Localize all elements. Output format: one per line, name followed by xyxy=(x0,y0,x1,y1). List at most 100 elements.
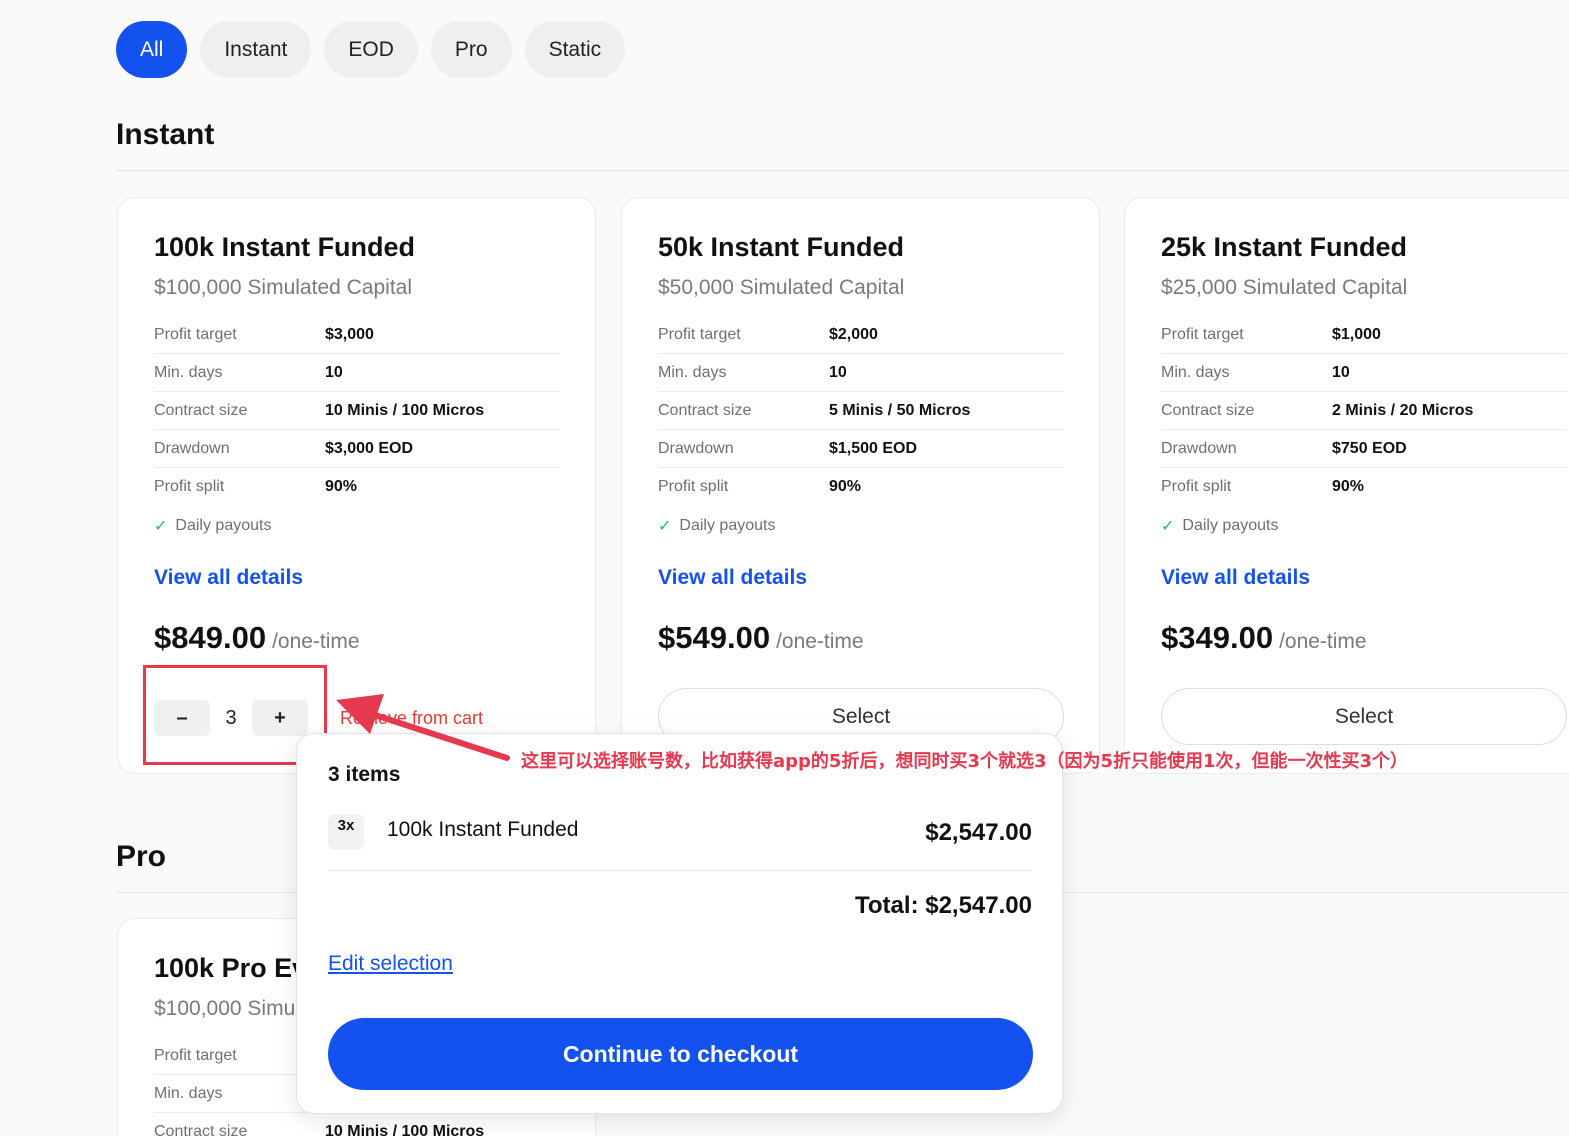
spec-row-profit-split: Profit split 90% xyxy=(658,468,1064,506)
cart-item-price: $2,547.00 xyxy=(925,819,1032,846)
plan-capital: $25,000 Simulated Capital xyxy=(1161,276,1408,299)
spec-row-contract-size: Contract size 5 Minis / 50 Micros xyxy=(658,392,1064,430)
view-details-link[interactable]: View all details xyxy=(154,566,303,590)
spec-row-min-days: Min. days 10 xyxy=(1161,354,1567,392)
plan-title: 100k Instant Funded xyxy=(154,232,416,262)
spec-label: Contract size xyxy=(154,1123,248,1136)
spec-row-profit-split: Profit split 90% xyxy=(1161,468,1567,506)
spec-label: Profit target xyxy=(1161,325,1244,343)
cart-item-name: 100k Instant Funded xyxy=(387,818,579,841)
spec-value: $1,000 xyxy=(1332,325,1381,343)
price-amount: $849.00 xyxy=(154,620,267,655)
spec-row-contract-size: Contract size 2 Minis / 20 Micros xyxy=(1161,392,1567,430)
page: All Instant EOD Pro Static Instant 100k … xyxy=(0,0,1569,1136)
spec-label: Profit split xyxy=(658,478,729,495)
cart-popover: 3 items 3x 100k Instant Funded $2,547.00… xyxy=(296,733,1063,1114)
spec-value: 90% xyxy=(829,478,862,495)
spec-value: $1,500 EOD xyxy=(829,439,918,457)
plan-title: 50k Instant Funded xyxy=(658,232,905,262)
spec-row-drawdown: Drawdown $750 EOD xyxy=(1161,430,1567,468)
feature-daily-payouts: ✓ Daily payouts xyxy=(658,516,775,536)
price-unit: /one-time xyxy=(1279,630,1367,653)
spec-row-min-days: Min. days 10 xyxy=(658,354,1064,392)
edit-selection-link[interactable]: Edit selection xyxy=(328,952,453,976)
feature-label: Daily payouts xyxy=(175,517,272,534)
filter-instant[interactable]: Instant xyxy=(200,21,312,78)
spec-label: Min. days xyxy=(1161,363,1230,381)
spec-label: Drawdown xyxy=(1161,439,1237,457)
check-icon: ✓ xyxy=(1161,518,1175,535)
feature-label: Daily payouts xyxy=(679,517,776,534)
price-unit: /one-time xyxy=(272,630,360,653)
feature-daily-payouts: ✓ Daily payouts xyxy=(154,516,271,536)
price: $549.00/one-time xyxy=(658,620,864,656)
feature-label: Daily payouts xyxy=(1182,517,1279,534)
filter-static[interactable]: Static xyxy=(524,21,626,78)
filter-all[interactable]: All xyxy=(116,21,188,78)
spec-value: 10 Minis / 100 Micros xyxy=(325,1123,485,1136)
spec-value: 90% xyxy=(1332,478,1365,495)
spec-value: 2 Minis / 20 Micros xyxy=(1332,401,1474,419)
annotation-note: 这里可以选择账号数，比如获得app的5折后，想同时买3个就选3（因为5折只能使用… xyxy=(521,751,1409,772)
plan-capital: $100,000 Simu xyxy=(154,997,296,1020)
plan-title: 100k Pro Ev xyxy=(154,953,308,983)
plan-card-25k-instant: 25k Instant Funded $25,000 Simulated Cap… xyxy=(1124,197,1569,774)
spec-value: $3,000 EOD xyxy=(325,439,414,457)
spec-row-min-days: Min. days 10 xyxy=(154,354,560,392)
section-divider xyxy=(116,170,1569,171)
spec-value: $2,000 xyxy=(829,325,878,343)
spec-row-contract-size: Contract size 10 Minis / 100 Micros xyxy=(154,1113,560,1136)
spec-value: 10 xyxy=(829,363,847,381)
spec-row-drawdown: Drawdown $3,000 EOD xyxy=(154,430,560,468)
spec-label: Contract size xyxy=(1161,401,1255,419)
cart-qty-badge: 3x xyxy=(328,814,364,850)
view-details-link[interactable]: View all details xyxy=(1161,566,1310,590)
spec-value: 10 Minis / 100 Micros xyxy=(325,401,485,419)
spec-value: $3,000 xyxy=(325,325,374,343)
filter-pro[interactable]: Pro xyxy=(430,21,512,78)
feature-daily-payouts: ✓ Daily payouts xyxy=(1161,516,1278,536)
spec-row-profit-target: Profit target $2,000 xyxy=(658,316,1064,354)
spec-value: $750 EOD xyxy=(1332,439,1407,457)
plan-title: 25k Instant Funded xyxy=(1161,232,1408,262)
check-icon: ✓ xyxy=(154,518,168,535)
price: $849.00/one-time xyxy=(154,620,360,656)
section-title-instant: Instant xyxy=(116,118,215,151)
remove-from-cart-link[interactable]: Remove from cart xyxy=(340,708,483,729)
spec-value: 10 xyxy=(325,363,343,381)
spec-label: Drawdown xyxy=(154,439,230,457)
spec-label: Contract size xyxy=(658,401,752,419)
plan-card-50k-instant: 50k Instant Funded $50,000 Simulated Cap… xyxy=(621,197,1100,774)
checkout-button[interactable]: Continue to checkout xyxy=(328,1018,1033,1090)
view-details-link[interactable]: View all details xyxy=(658,566,807,590)
select-button[interactable]: Select xyxy=(1161,688,1567,745)
filter-bar: All Instant EOD Pro Static xyxy=(116,21,626,78)
check-icon: ✓ xyxy=(658,518,672,535)
spec-table: Profit target $1,000 Min. days 10 Contra… xyxy=(1161,316,1567,506)
price-amount: $349.00 xyxy=(1161,620,1274,655)
spec-label: Min. days xyxy=(658,363,727,381)
spec-table: Profit target $3,000 Min. days 10 Contra… xyxy=(154,316,560,506)
spec-label: Profit split xyxy=(1161,478,1232,495)
spec-row-profit-target: Profit target $1,000 xyxy=(1161,316,1567,354)
spec-value: 90% xyxy=(325,478,358,495)
plan-capital: $50,000 Simulated Capital xyxy=(658,276,905,299)
spec-row-profit-split: Profit split 90% xyxy=(154,468,560,506)
spec-value: 5 Minis / 50 Micros xyxy=(829,401,971,419)
cart-item-count: 3 items xyxy=(328,763,401,786)
spec-label: Profit split xyxy=(154,478,225,495)
spec-value: 10 xyxy=(1332,363,1350,381)
spec-label: Drawdown xyxy=(658,439,734,457)
spec-label: Contract size xyxy=(154,401,248,419)
section-title-pro: Pro xyxy=(116,840,167,873)
cart-divider xyxy=(328,870,1032,871)
filter-eod[interactable]: EOD xyxy=(324,21,418,78)
spec-row-contract-size: Contract size 10 Minis / 100 Micros xyxy=(154,392,560,430)
price: $349.00/one-time xyxy=(1161,620,1367,656)
price-unit: /one-time xyxy=(776,630,864,653)
spec-row-profit-target: Profit target $3,000 xyxy=(154,316,560,354)
spec-label: Min. days xyxy=(154,363,223,381)
spec-row-drawdown: Drawdown $1,500 EOD xyxy=(658,430,1064,468)
cart-total: Total: $2,547.00 xyxy=(855,892,1032,919)
plan-capital: $100,000 Simulated Capital xyxy=(154,276,413,299)
